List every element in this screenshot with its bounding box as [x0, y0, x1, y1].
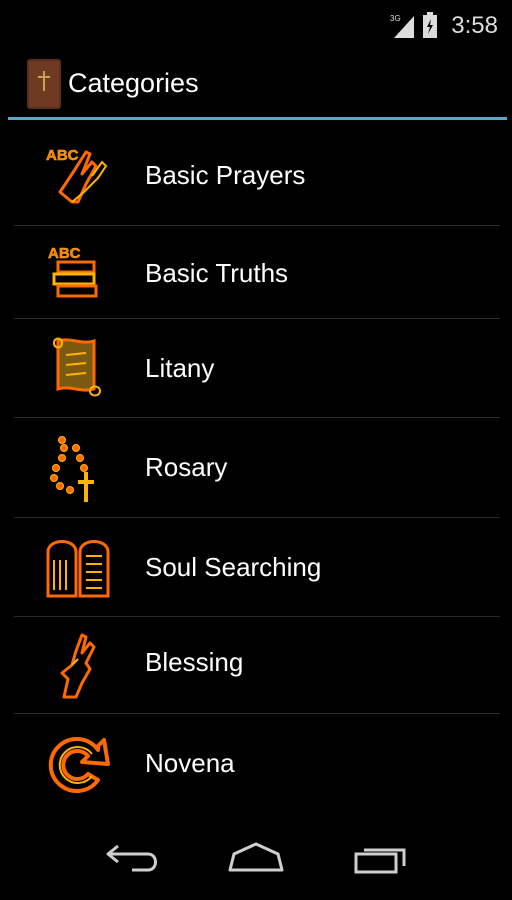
clock-time: 3:58	[451, 12, 498, 39]
page-title: Categories	[68, 68, 199, 98]
list-item-rosary[interactable]: Rosary	[14, 418, 500, 518]
list-item-blessing[interactable]: Blessing	[14, 617, 500, 714]
svg-text:ABC: ABC	[48, 245, 81, 262]
category-list: ABC Basic Prayers ABC Basic Truths Litan…	[14, 120, 500, 812]
category-label: Soul Searching	[145, 552, 322, 582]
home-icon[interactable]	[226, 840, 286, 876]
bible-icon[interactable]	[27, 59, 61, 109]
novena-arrow-icon	[42, 728, 114, 800]
list-item-basic-prayers[interactable]: ABC Basic Prayers	[14, 120, 500, 226]
list-item-novena[interactable]: Novena	[14, 714, 500, 812]
svg-text:ABC: ABC	[46, 147, 79, 164]
commandment-tablets-icon	[42, 532, 114, 604]
rosary-icon	[42, 434, 114, 506]
scroll-icon	[42, 333, 114, 405]
battery-icon	[422, 12, 438, 38]
category-label: Blessing	[145, 647, 244, 677]
list-item-soul-searching[interactable]: Soul Searching	[14, 518, 500, 617]
category-label: Litany	[145, 353, 215, 383]
network-type: 3G	[390, 14, 401, 23]
action-bar: Categories	[0, 50, 512, 118]
back-icon[interactable]	[104, 840, 164, 876]
signal-icon: 3G	[390, 12, 414, 38]
books-icon: ABC	[42, 238, 114, 310]
category-label: Basic Truths	[145, 258, 289, 288]
navigation-bar	[0, 812, 512, 900]
praying-hands-icon: ABC	[42, 140, 114, 212]
list-item-basic-truths[interactable]: ABC Basic Truths	[14, 226, 500, 319]
list-item-litany[interactable]: Litany	[14, 319, 500, 418]
status-bar: 3G 3:58	[0, 0, 512, 50]
category-label: Novena	[145, 748, 235, 778]
category-label: Basic Prayers	[145, 160, 306, 190]
blessing-hand-icon	[42, 629, 114, 701]
category-label: Rosary	[145, 452, 228, 482]
recent-apps-icon[interactable]	[352, 840, 412, 876]
